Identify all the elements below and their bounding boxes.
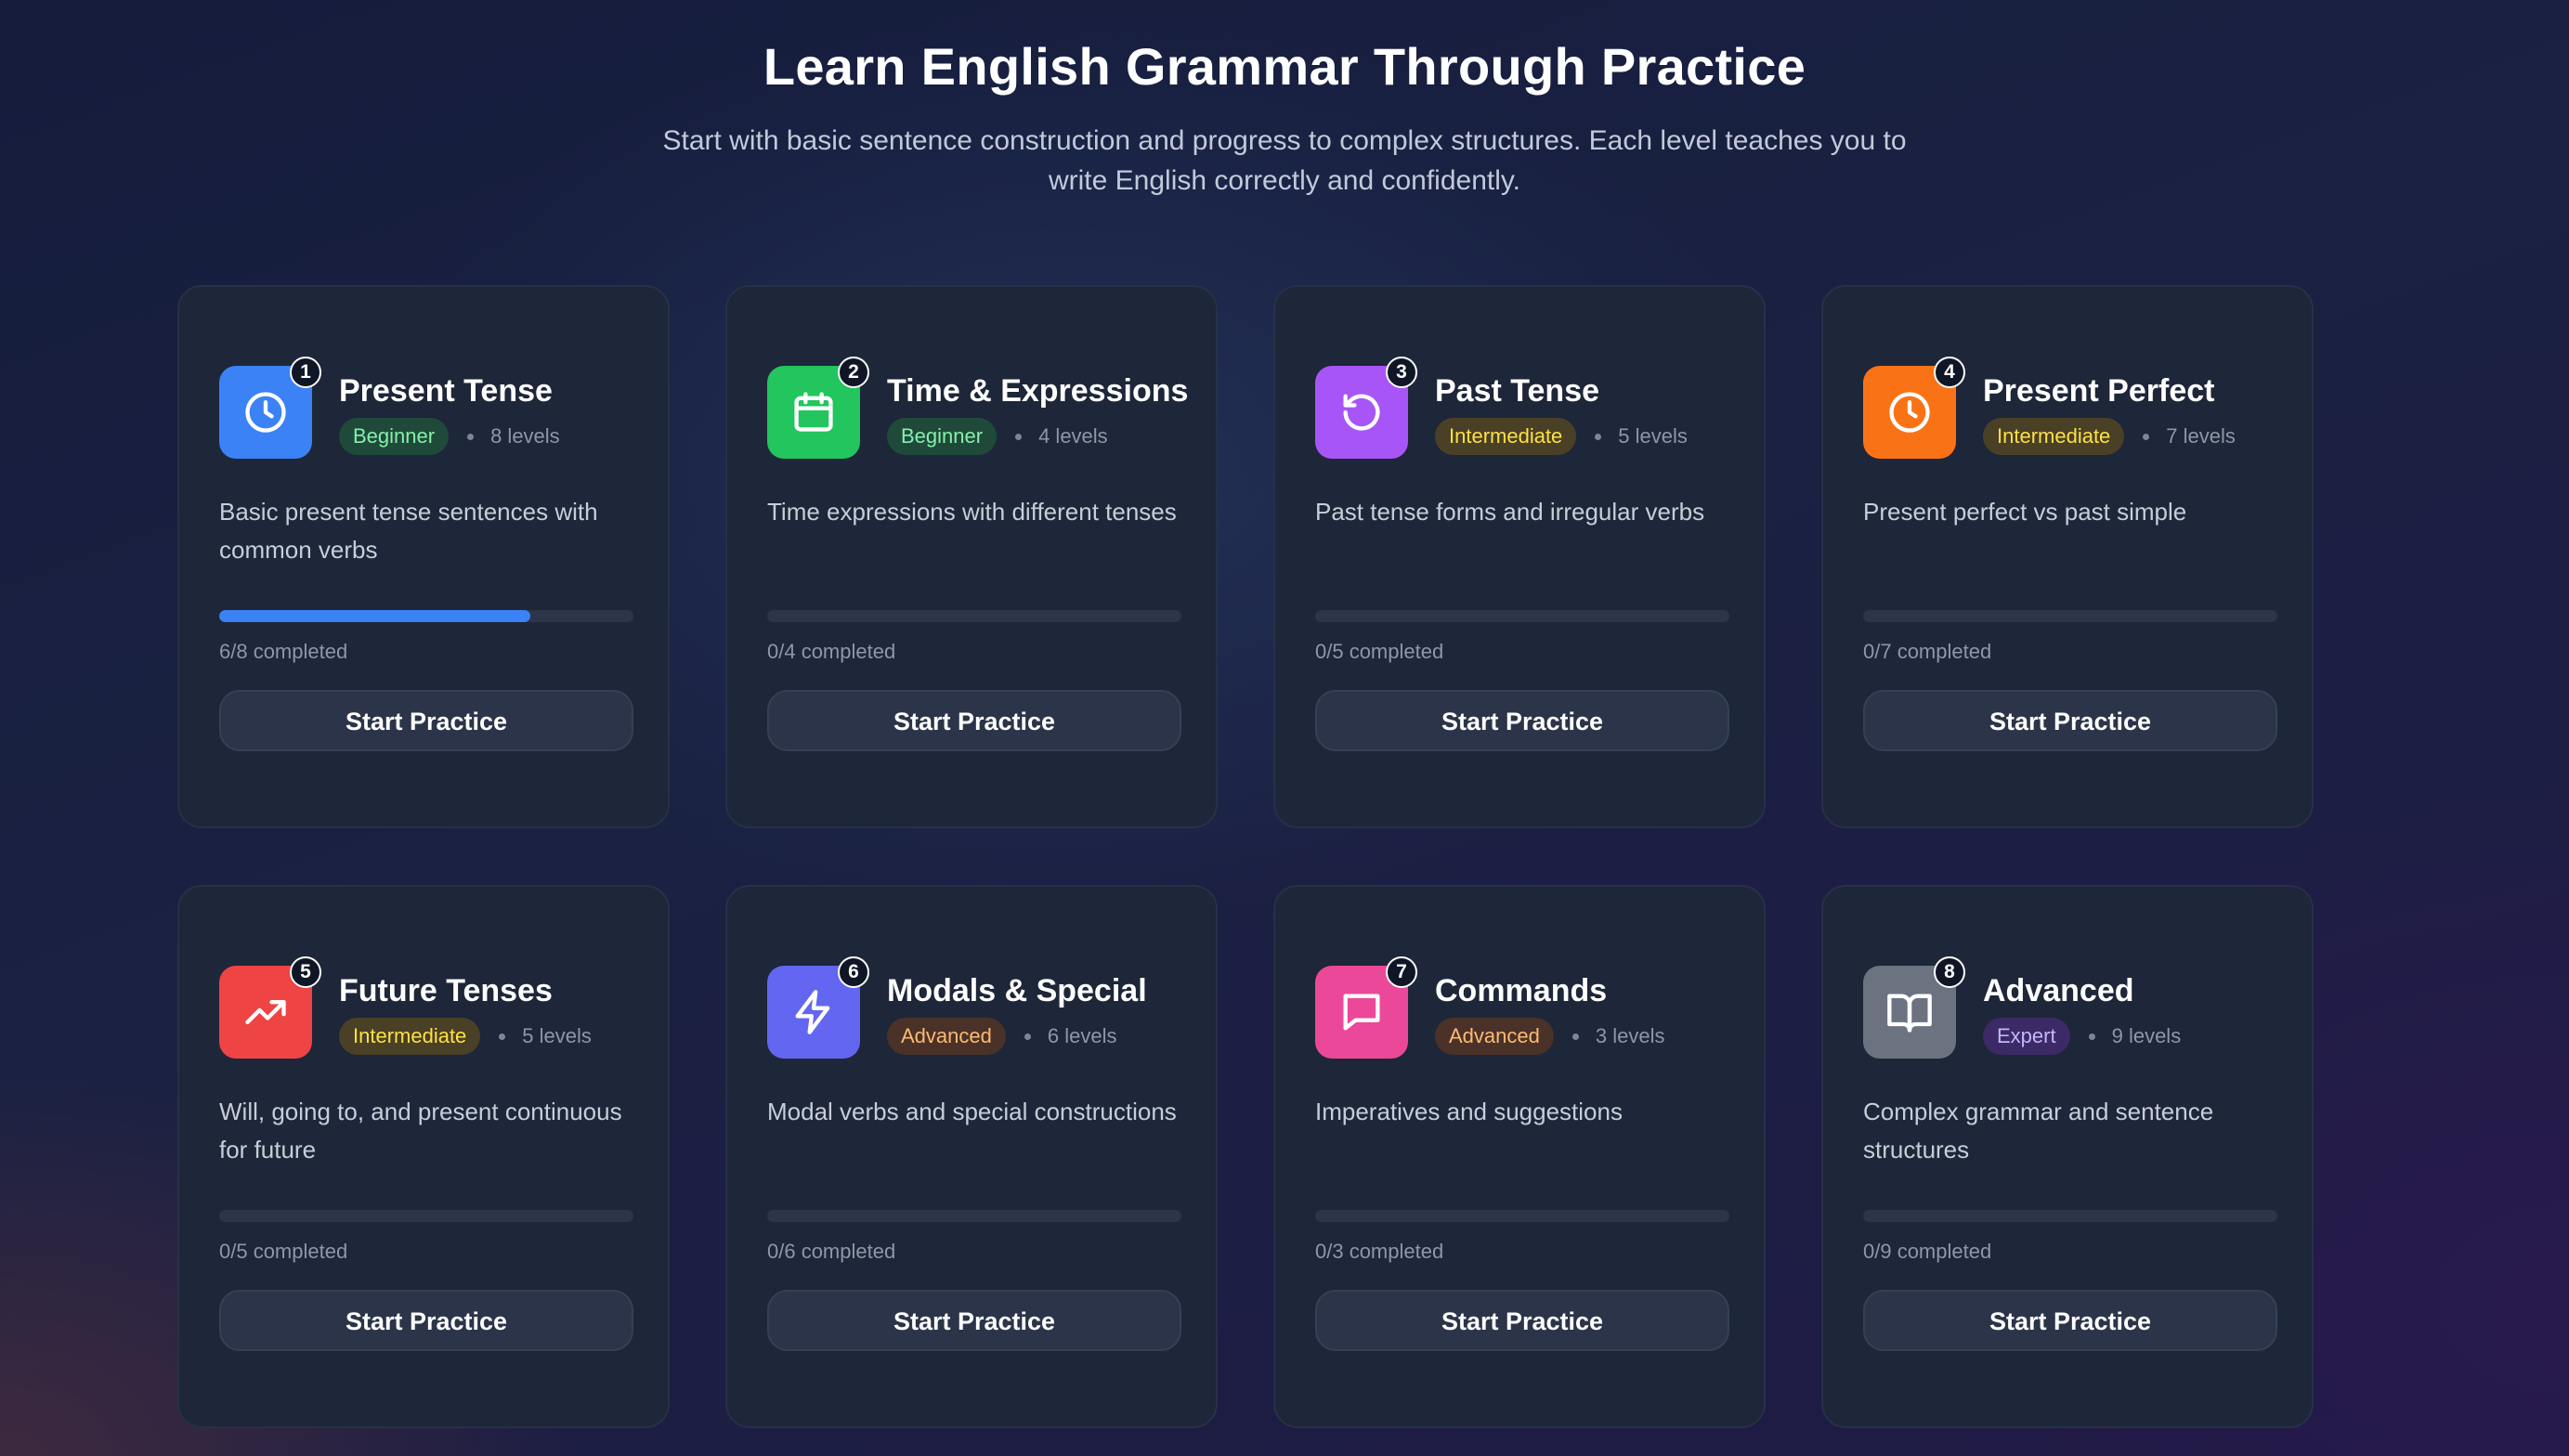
levels-count: 9 levels bbox=[2111, 1024, 2182, 1047]
progress-text: 0/6 completed bbox=[767, 1240, 896, 1263]
separator-dot bbox=[467, 433, 475, 440]
level-badge: Beginner bbox=[887, 418, 998, 455]
card-title: Modals & Special bbox=[887, 973, 1147, 1008]
progress-text: 0/7 completed bbox=[1863, 640, 1992, 663]
levels-count: 3 levels bbox=[1595, 1024, 1665, 1047]
level-badge: Intermediate bbox=[1983, 418, 2125, 455]
separator-dot bbox=[499, 1033, 506, 1040]
course-card-future-tenses: 5 Future Tenses Intermediate 5 levels Wi… bbox=[177, 885, 670, 1428]
progress-bar bbox=[1315, 1210, 1729, 1222]
start-practice-button[interactable]: Start Practice bbox=[1863, 690, 2277, 751]
levels-count: 7 levels bbox=[2166, 424, 2236, 448]
card-description: Past tense forms and irregular verbs bbox=[1315, 498, 1705, 526]
level-badge: Intermediate bbox=[339, 1018, 481, 1055]
level-badge: Expert bbox=[1983, 1018, 2070, 1055]
card-description: Will, going to, and present continuous f… bbox=[219, 1098, 622, 1164]
page-subtitle: Start with basic sentence construction a… bbox=[662, 125, 1907, 196]
levels-count: 6 levels bbox=[1047, 1024, 1117, 1047]
card-number-badge: 8 bbox=[1934, 956, 1965, 988]
level-badge: Advanced bbox=[1435, 1018, 1554, 1055]
card-title: Commands bbox=[1435, 973, 1608, 1008]
card-meta: Intermediate 7 levels bbox=[1983, 418, 2236, 455]
card-title: Future Tenses bbox=[339, 973, 553, 1008]
course-card-present-tense: 1 Present Tense Beginner 8 levels Basic … bbox=[177, 285, 670, 828]
start-practice-button[interactable]: Start Practice bbox=[219, 690, 633, 751]
progress-text: 6/8 completed bbox=[219, 640, 348, 663]
card-title: Advanced bbox=[1983, 973, 2134, 1008]
start-practice-button[interactable]: Start Practice bbox=[1315, 1290, 1729, 1351]
progress-bar bbox=[1315, 610, 1729, 622]
progress-text: 0/5 completed bbox=[219, 1240, 348, 1263]
start-practice-button[interactable]: Start Practice bbox=[219, 1290, 633, 1351]
start-practice-button[interactable]: Start Practice bbox=[767, 690, 1181, 751]
course-card-present-perfect: 4 Present Perfect Intermediate 7 levels … bbox=[1821, 285, 2314, 828]
progress-bar bbox=[1863, 1210, 2277, 1222]
card-number-badge: 5 bbox=[290, 956, 321, 988]
course-card-modals-special: 6 Modals & Special Advanced 6 levels Mod… bbox=[725, 885, 1218, 1428]
card-title: Present Tense bbox=[339, 373, 553, 409]
card-description: Complex grammar and sentence structures bbox=[1863, 1098, 2214, 1164]
card-number-badge: 7 bbox=[1386, 956, 1417, 988]
card-meta: Beginner 4 levels bbox=[887, 418, 1108, 455]
level-badge: Advanced bbox=[887, 1018, 1006, 1055]
course-card-commands: 7 Commands Advanced 3 levels Imperatives… bbox=[1273, 885, 1766, 1428]
card-number-badge: 1 bbox=[290, 357, 321, 388]
progress-bar bbox=[767, 610, 1181, 622]
levels-count: 5 levels bbox=[522, 1024, 592, 1047]
card-meta: Beginner 8 levels bbox=[339, 418, 560, 455]
levels-count: 4 levels bbox=[1038, 424, 1108, 448]
card-title: Past Tense bbox=[1435, 373, 1600, 409]
course-card-time-expressions: 2 Time & Expressions Beginner 4 levels T… bbox=[725, 285, 1218, 828]
level-badge: Intermediate bbox=[1435, 418, 1577, 455]
card-description: Time expressions with different tenses bbox=[767, 498, 1177, 526]
card-description: Present perfect vs past simple bbox=[1863, 498, 2187, 526]
card-number-badge: 2 bbox=[838, 357, 869, 388]
card-description: Basic present tense sentences with commo… bbox=[219, 498, 598, 564]
card-description: Modal verbs and special constructions bbox=[767, 1098, 1177, 1125]
card-meta: Advanced 3 levels bbox=[1435, 1018, 1664, 1055]
separator-dot bbox=[2088, 1033, 2095, 1040]
levels-count: 8 levels bbox=[490, 424, 560, 448]
card-number-badge: 6 bbox=[838, 956, 869, 988]
card-meta: Advanced 6 levels bbox=[887, 1018, 1116, 1055]
separator-dot bbox=[1571, 1033, 1579, 1040]
separator-dot bbox=[1595, 433, 1602, 440]
card-description: Imperatives and suggestions bbox=[1315, 1098, 1623, 1125]
progress-bar bbox=[1863, 610, 2277, 622]
card-title: Time & Expressions bbox=[887, 373, 1189, 409]
levels-count: 5 levels bbox=[1618, 424, 1688, 448]
start-practice-button[interactable]: Start Practice bbox=[767, 1290, 1181, 1351]
progress-bar bbox=[767, 1210, 1181, 1222]
progress-text: 0/9 completed bbox=[1863, 1240, 1992, 1263]
card-number-badge: 3 bbox=[1386, 357, 1417, 388]
page-title: Learn English Grammar Through Practice bbox=[763, 37, 1806, 96]
card-meta: Expert 9 levels bbox=[1983, 1018, 2181, 1055]
progress-text: 0/5 completed bbox=[1315, 640, 1444, 663]
progress-bar bbox=[219, 1210, 633, 1222]
separator-dot bbox=[1024, 1033, 1031, 1040]
card-number-badge: 4 bbox=[1934, 357, 1965, 388]
progress-bar bbox=[219, 610, 633, 622]
card-meta: Intermediate 5 levels bbox=[339, 1018, 592, 1055]
card-title: Present Perfect bbox=[1983, 373, 2215, 409]
level-badge: Beginner bbox=[339, 418, 450, 455]
card-meta: Intermediate 5 levels bbox=[1435, 418, 1688, 455]
progress-fill bbox=[219, 610, 530, 622]
progress-text: 0/3 completed bbox=[1315, 1240, 1444, 1263]
course-card-advanced: 8 Advanced Expert 9 levels Complex gramm… bbox=[1821, 885, 2314, 1428]
start-practice-button[interactable]: Start Practice bbox=[1863, 1290, 2277, 1351]
progress-text: 0/4 completed bbox=[767, 640, 896, 663]
separator-dot bbox=[1015, 433, 1023, 440]
start-practice-button[interactable]: Start Practice bbox=[1315, 690, 1729, 751]
separator-dot bbox=[2143, 433, 2150, 440]
course-card-past-tense: 3 Past Tense Intermediate 5 levels Past … bbox=[1273, 285, 1766, 828]
